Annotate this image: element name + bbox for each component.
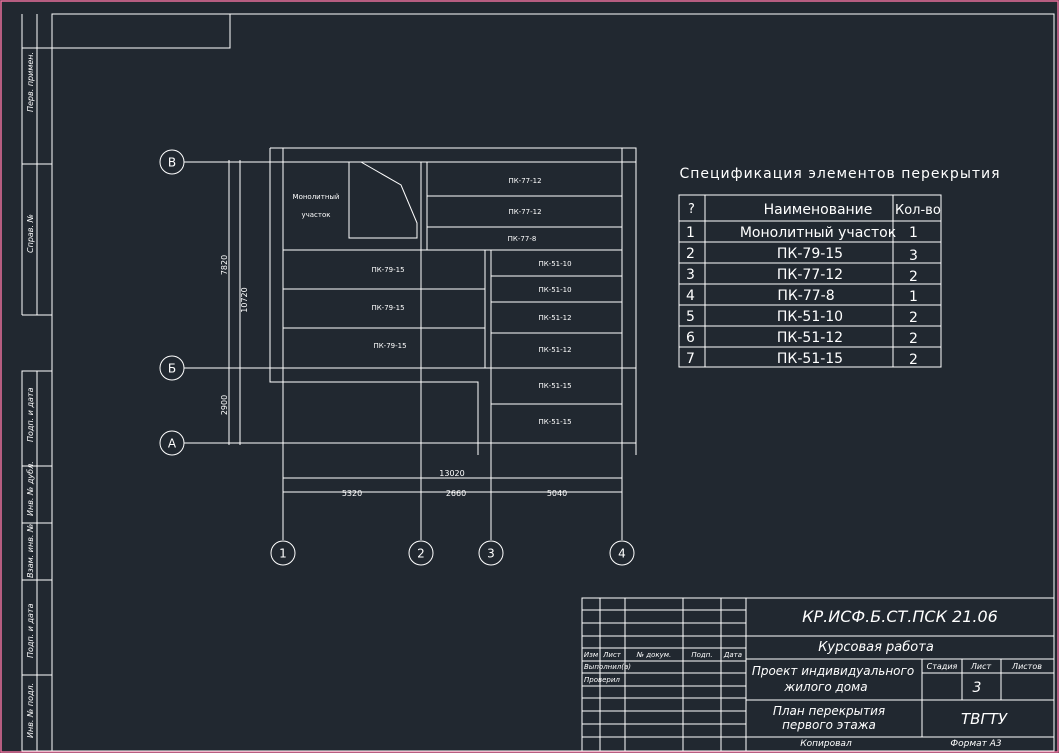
table-row: 2 ПК-79-15 3: [686, 246, 918, 264]
svg-text:ПК-77-8: ПК-77-8: [777, 288, 834, 304]
table-row: 1 Монолитный участок 1: [686, 225, 918, 241]
axis-label-4: 4: [618, 547, 626, 561]
svg-text:ПК-77-12: ПК-77-12: [777, 267, 843, 283]
col-doc: № докум.: [636, 651, 672, 659]
row-executed: Выполнил(а): [584, 663, 631, 671]
project-name-line1: Проект индивидуального: [752, 664, 914, 678]
dim-span-3-4: 5040: [547, 489, 567, 498]
slab-label: ПК-51-12: [538, 346, 571, 354]
axis-label-b: Б: [168, 362, 176, 376]
slab-label: ПК-77-12: [508, 208, 541, 216]
stamp-label-4: Взам. инв. №: [26, 524, 35, 578]
axis-label-3: 3: [487, 547, 495, 561]
svg-text:ПК-79-15: ПК-79-15: [777, 246, 843, 262]
monolithic-label-2: участок: [301, 211, 330, 219]
svg-text:ПК-51-12: ПК-51-12: [777, 330, 843, 346]
svg-text:6: 6: [686, 330, 695, 346]
svg-text:2: 2: [909, 352, 918, 368]
dim-lower-height: 2900: [220, 395, 229, 415]
sheet-label: Лист: [970, 662, 992, 671]
spec-header-num: ?: [688, 202, 695, 217]
stamp-label-3: Инв. № дубл.: [26, 461, 35, 516]
slab-label: ПК-51-15: [538, 382, 571, 390]
slab-label: ПК-79-15: [371, 304, 404, 312]
svg-text:2: 2: [909, 269, 918, 285]
slab-label: ПК-77-8: [508, 235, 537, 243]
title-block: КР.ИСФ.Б.СТ.ПСК 21.06 Курсовая работа Пр…: [581, 597, 1055, 752]
spec-header-qty: Кол-во: [895, 203, 941, 218]
sheet-title-line2: первого этажа: [782, 718, 876, 732]
table-row: 4 ПК-77-8 1: [686, 288, 918, 305]
stamp-label-1: Справ. №: [26, 214, 35, 253]
axis-label-v: В: [168, 156, 176, 170]
svg-text:ПК-51-10: ПК-51-10: [777, 309, 843, 325]
project-name-line2: жилого дома: [783, 680, 867, 694]
drawing-sheet: Перв. примен. Справ. № Подп. и дата Инв.…: [0, 0, 1059, 753]
col-list: Лист: [602, 651, 622, 659]
spec-title: Спецификация элементов перекрытия: [679, 166, 1000, 182]
slab-label: ПК-51-10: [538, 286, 571, 294]
svg-text:2: 2: [909, 331, 918, 347]
stamp-label-2: Подп. и дата: [26, 387, 35, 442]
slab-label: ПК-51-12: [538, 314, 571, 322]
axis-label-1: 1: [279, 547, 287, 561]
col-date: Дата: [723, 651, 742, 659]
svg-text:2: 2: [909, 310, 918, 326]
doc-code: КР.ИСФ.Б.СТ.ПСК 21.06: [802, 607, 998, 626]
dim-upper-height: 7820: [220, 255, 229, 275]
specification-table: Спецификация элементов перекрытия ? Наим…: [678, 166, 1000, 368]
slab-label: ПК-51-15: [538, 418, 571, 426]
svg-text:1: 1: [909, 225, 918, 241]
slab-label: ПК-77-12: [508, 177, 541, 185]
stamp-label-5: Подп. и дата: [26, 603, 35, 658]
stage-label: Стадия: [927, 662, 958, 671]
table-row: 6 ПК-51-12 2: [686, 330, 918, 347]
sheets-label: Листов: [1011, 662, 1042, 671]
spec-header-name: Наименование: [764, 202, 873, 218]
sheet-number: 3: [973, 680, 982, 696]
svg-text:7: 7: [686, 351, 695, 367]
stamp-label-6: Инв. № подл.: [26, 683, 35, 738]
organization: ТВГТУ: [961, 710, 1008, 728]
col-sign: Подп.: [691, 651, 712, 659]
svg-text:4: 4: [686, 288, 695, 304]
axis-label-2: 2: [417, 547, 425, 561]
svg-text:5: 5: [686, 309, 695, 325]
copied-label: Копировал: [800, 739, 852, 749]
dim-total-height: 10720: [240, 287, 249, 312]
svg-text:ПК-51-15: ПК-51-15: [777, 351, 843, 367]
dim-span-1-2: 5320: [342, 489, 362, 498]
left-stamp: Перв. примен. Справ. № Подп. и дата Инв.…: [21, 14, 53, 752]
axis-label-a: А: [168, 437, 177, 451]
format-label: Формат А3: [950, 739, 1002, 749]
slab-label: ПК-79-15: [373, 342, 406, 350]
top-left-box: [21, 14, 231, 49]
svg-text:1: 1: [909, 289, 918, 305]
slab-label: ПК-51-10: [538, 260, 571, 268]
table-row: 5 ПК-51-10 2: [686, 309, 918, 326]
svg-text:3: 3: [909, 248, 918, 264]
work-type: Курсовая работа: [818, 640, 934, 655]
monolithic-label-1: Монолитный: [293, 193, 340, 201]
table-row: 3 ПК-77-12 2: [686, 267, 918, 285]
svg-text:3: 3: [686, 267, 695, 283]
svg-text:2: 2: [686, 246, 695, 262]
dim-span-2-3: 2660: [446, 489, 466, 498]
svg-text:Монолитный участок: Монолитный участок: [740, 225, 896, 241]
dim-total-width: 13020: [439, 469, 464, 478]
sheet-title-line1: План перекрытия: [773, 704, 885, 718]
svg-text:1: 1: [686, 225, 695, 241]
col-izm: Изм: [584, 651, 599, 659]
floor-plan: В Б А 7820 2900 10720 Монолитный участок…: [159, 147, 637, 566]
table-row: 7 ПК-51-15 2: [686, 351, 918, 368]
slab-label: ПК-79-15: [371, 266, 404, 274]
stamp-label-0: Перв. примен.: [26, 52, 35, 112]
row-checked: Проверил: [584, 676, 620, 684]
